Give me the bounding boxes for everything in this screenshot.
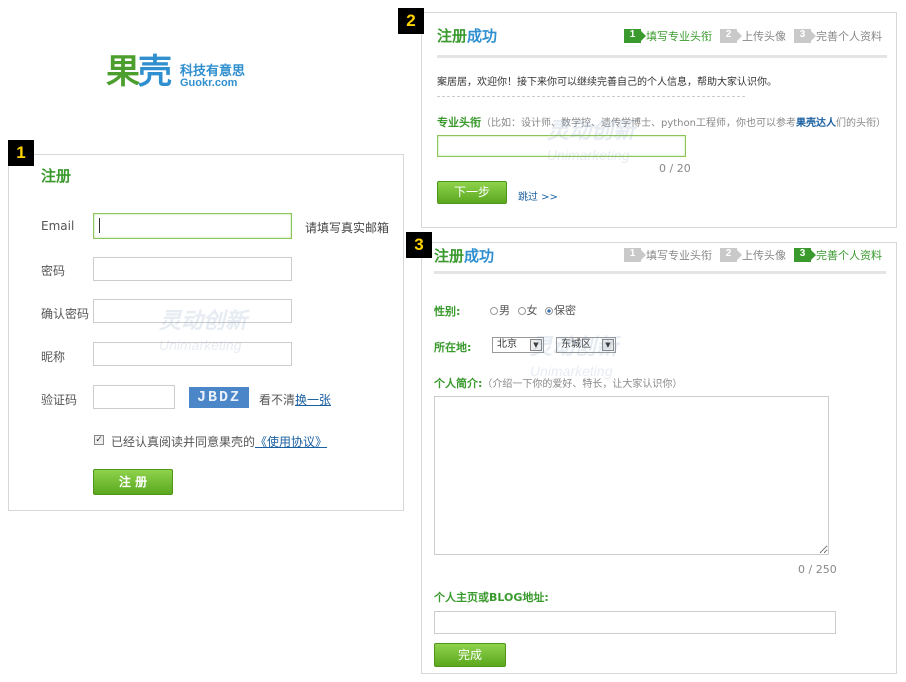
nickname-label: 昵称 (41, 350, 66, 364)
gender-private-radio[interactable] (545, 307, 553, 315)
welcome-text: 案居居，欢迎你！接下来你可以继续完善自己的个人信息，帮助大家认识你。 (437, 77, 777, 88)
step-badge-1: 1 (8, 140, 34, 166)
title-field-label: 专业头衔（比如：设计师、数学控、遗传学博士、python工程师，你也可以参考果壳… (437, 116, 886, 129)
logo-domain: Guokr.com (180, 77, 238, 89)
title-counter: 0 / 20 (659, 162, 691, 175)
gender-label: 性别: (434, 305, 461, 318)
captcha-label: 验证码 (41, 393, 78, 407)
done-button[interactable]: 完成 (434, 643, 506, 667)
step-2: 2 上传头像 (720, 247, 786, 263)
professional-title-field[interactable] (437, 135, 686, 157)
chevron-down-icon: ▼ (602, 339, 614, 351)
captcha-field[interactable] (93, 385, 175, 409)
email-hint: 请填写真实邮箱 (305, 221, 390, 235)
captcha-image: JBDZ (189, 387, 249, 408)
gender-male-radio[interactable] (490, 307, 498, 315)
guokr-logo: 果壳 科技有意思 Guokr.com (106, 50, 266, 94)
progress-steps: 1 填写专业头衔 2 上传头像 3 完善个人资料 (624, 28, 890, 44)
register-title: 注册 (41, 167, 72, 185)
header-rule (437, 55, 887, 58)
step-1: 1 填写专业头衔 (624, 28, 712, 44)
progress-steps: 1 填写专业头衔 2 上传头像 3 完善个人资料 (624, 247, 890, 263)
bio-label: 个人简介:（介绍一下你的爱好、特长，让大家认识你） (434, 377, 683, 390)
chevron-down-icon: ▼ (530, 339, 542, 351)
email-field[interactable] (93, 213, 292, 239)
step-badge-3: 3 (406, 232, 432, 258)
next-button[interactable]: 下一步 (437, 181, 507, 204)
gender-female-radio[interactable] (517, 307, 526, 315)
register-button[interactable]: 注 册 (93, 469, 173, 495)
nickname-field[interactable] (93, 342, 292, 366)
profile-panel: 注册成功 1 填写专业头衔 2 上传头像 3 完善个人资料 性别: 男 女 保密 所在… (421, 242, 897, 674)
blog-label: 个人主页或BLOG地址: (434, 591, 549, 604)
success-title: 注册成功 (437, 27, 498, 45)
blog-url-field[interactable] (434, 611, 836, 634)
location-label: 所在地: (434, 341, 472, 354)
confirm-password-label: 确认密码 (41, 307, 90, 321)
expert-link[interactable]: 果壳达人 (796, 118, 836, 129)
city-select[interactable]: 北京 ▼ (492, 337, 544, 353)
password-field[interactable] (93, 257, 292, 281)
district-select[interactable]: 东城区 ▼ (556, 337, 616, 353)
bio-textarea[interactable] (434, 396, 829, 555)
captcha-unclear-text: 看不清换一张 (259, 393, 332, 407)
password-label: 密码 (41, 264, 66, 278)
confirm-password-field[interactable] (93, 299, 292, 323)
gender-options[interactable]: 男 女 保密 (486, 302, 576, 318)
terms-link[interactable]: 《使用协议》 (255, 435, 327, 449)
skip-link[interactable]: 跳过 >> (518, 188, 558, 203)
register-panel: 注册 Email 请填写真实邮箱 密码 确认密码 昵称 验证码 JBDZ 看不清… (8, 154, 404, 511)
step-2: 2 上传头像 (720, 28, 786, 44)
step-badge-2: 2 (398, 8, 424, 34)
logo-wordmark: 果壳 (106, 52, 172, 92)
step-3: 3 完善个人资料 (794, 247, 882, 263)
header-rule (434, 271, 886, 274)
agree-text: 已经认真阅读并同意果壳的《使用协议》 (111, 435, 328, 449)
email-label: Email (41, 219, 75, 233)
step-title-panel: 注册成功 1 填写专业头衔 2 上传头像 3 完善个人资料 案居居，欢迎你！接下来你可… (421, 12, 897, 228)
captcha-refresh-link[interactable]: 换一张 (295, 393, 331, 407)
dashed-divider (437, 96, 745, 97)
step-1: 1 填写专业头衔 (624, 247, 712, 263)
step-3: 3 完善个人资料 (794, 28, 882, 44)
success-title: 注册成功 (434, 247, 495, 265)
text-caret (99, 218, 100, 233)
agree-checkbox[interactable]: ✓ (94, 435, 104, 445)
bio-counter: 0 / 250 (798, 563, 837, 576)
